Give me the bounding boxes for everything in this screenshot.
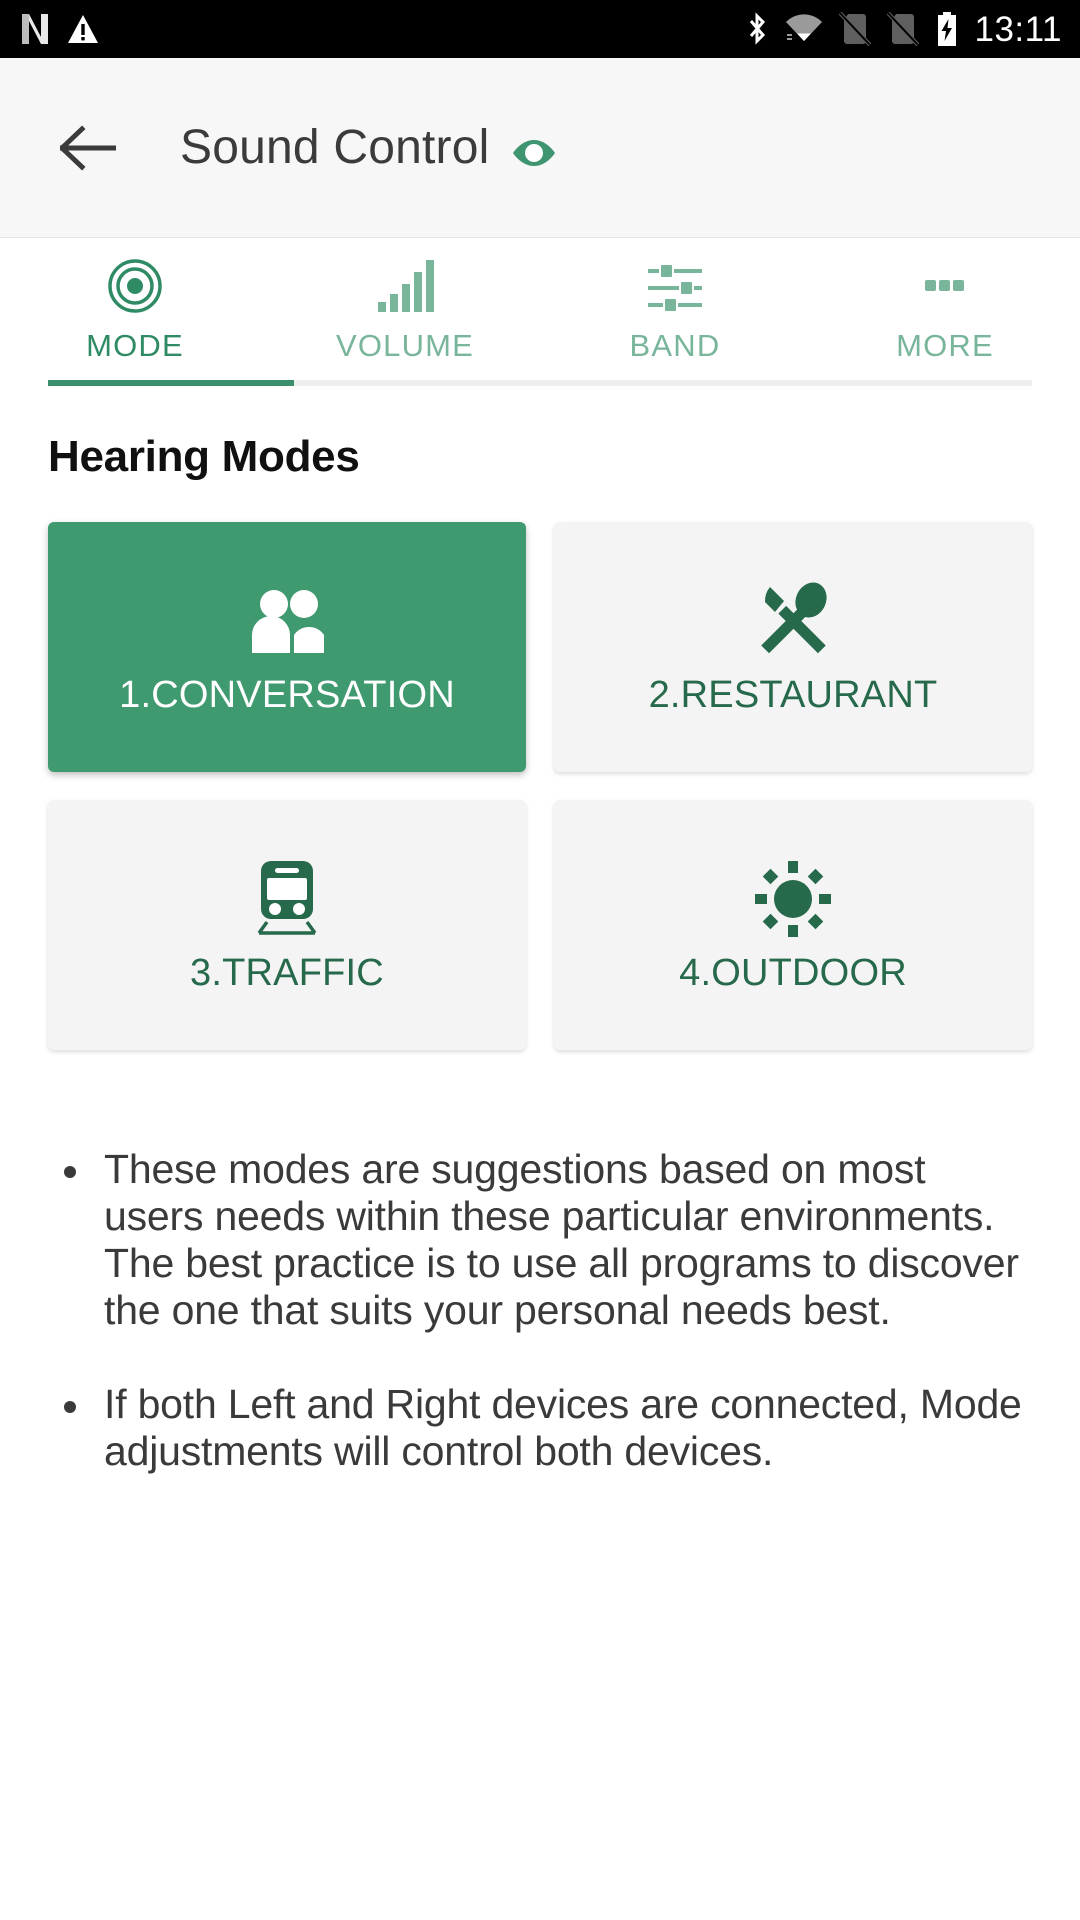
bullet-icon [48, 1146, 92, 1178]
tab-label-more: MORE [896, 328, 994, 363]
page-title: Sound Control [180, 120, 559, 175]
bluetooth-icon [749, 12, 765, 45]
app-bar: Sound Control [0, 58, 1080, 238]
mode-label-restaurant: 2.RESTAURANT [648, 673, 938, 716]
sim-card-2-off-icon [886, 12, 919, 46]
hearing-modes-grid: 1.CONVERSATION 2.RESTAURANT 3.TRAFFIC 4.… [48, 522, 1032, 1050]
page-title-text: Sound Control [180, 121, 490, 174]
arrow-back-icon [60, 124, 116, 171]
knife-spoon-icon [753, 578, 833, 664]
train-icon [253, 856, 321, 942]
main-content: Hearing Modes 1.CONVERSATION 2.RESTAURAN… [0, 432, 1080, 1475]
sliders-icon [646, 260, 704, 314]
tab-indicator-track [48, 380, 1032, 386]
tab-more[interactable]: MORE [810, 260, 1080, 380]
sun-icon [753, 856, 833, 942]
tab-volume[interactable]: VOLUME [270, 260, 540, 380]
warning-triangle-icon [68, 15, 98, 43]
notes-list: These modes are suggestions based on mos… [48, 1146, 1032, 1475]
wifi-icon [785, 14, 822, 41]
bullet-icon [48, 1381, 92, 1413]
battery-charging-icon [937, 12, 956, 46]
tab-mode[interactable]: MODE [0, 258, 270, 380]
tab-list: MODE VOLUME BAND MORE [0, 258, 1080, 380]
section-title-hearing-modes: Hearing Modes [48, 432, 360, 481]
mode-card-outdoor[interactable]: 4.OUTDOOR [554, 800, 1032, 1050]
note-item: If both Left and Right devices are conne… [48, 1381, 1032, 1475]
target-circles-icon [107, 258, 163, 314]
tab-label-mode: MODE [86, 328, 184, 363]
status-bar-left-icons [20, 13, 100, 45]
note-text: These modes are suggestions based on mos… [104, 1146, 1019, 1334]
more-dots-icon [917, 258, 973, 314]
status-bar-right-icons: 13:11 [745, 11, 1063, 47]
status-bar: 13:11 [0, 0, 1080, 58]
signal-bars-icon [376, 258, 434, 314]
tab-bar: MODE VOLUME BAND MORE [0, 238, 1080, 386]
eye-icon-wrap[interactable] [509, 136, 559, 170]
mode-label-conversation: 1.CONVERSATION [119, 673, 455, 716]
note-item: These modes are suggestions based on mos… [48, 1146, 1032, 1335]
sim-card-1-off-icon [838, 12, 871, 46]
eye-icon [513, 140, 556, 167]
note-text: If both Left and Right devices are conne… [104, 1380, 1022, 1474]
status-bar-clock: 13:11 [974, 9, 1062, 49]
netflix-n-icon [22, 14, 48, 44]
tab-label-volume: VOLUME [335, 328, 475, 363]
people-icon [244, 578, 330, 664]
mode-card-conversation[interactable]: 1.CONVERSATION [48, 522, 526, 772]
mode-label-traffic: 3.TRAFFIC [190, 951, 384, 994]
mode-card-restaurant[interactable]: 2.RESTAURANT [554, 522, 1032, 772]
tab-band[interactable]: BAND [540, 260, 810, 380]
tab-label-band: BAND [629, 328, 721, 363]
tab-active-indicator [48, 380, 294, 386]
mode-label-outdoor: 4.OUTDOOR [679, 951, 907, 994]
mode-card-traffic[interactable]: 3.TRAFFIC [48, 800, 526, 1050]
back-button[interactable] [58, 118, 118, 178]
